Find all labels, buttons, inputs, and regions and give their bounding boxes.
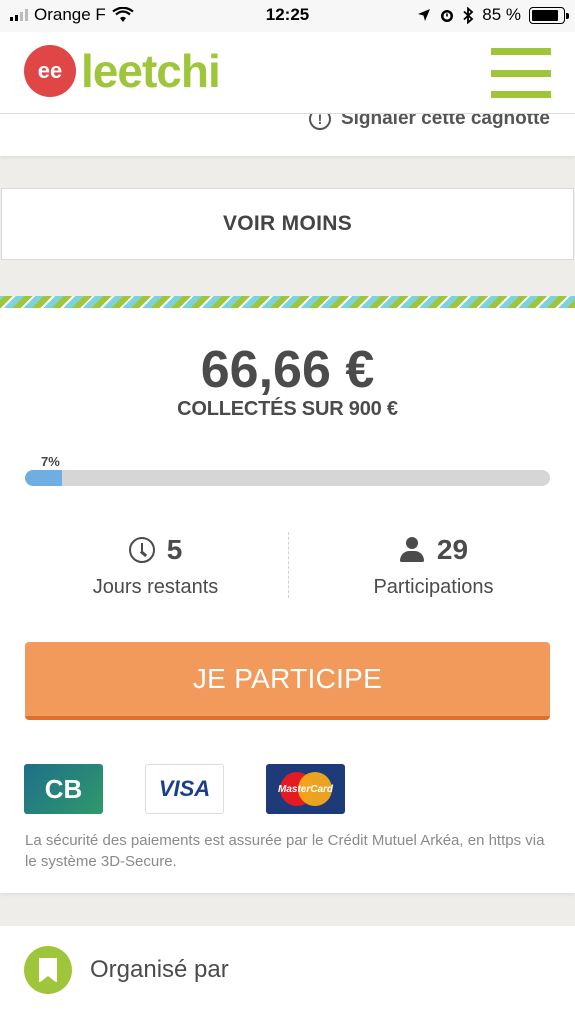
hamburger-menu-icon[interactable] <box>491 48 551 98</box>
location-arrow-icon <box>418 9 431 21</box>
battery-percent: 85 % <box>482 5 521 24</box>
organizer-section[interactable]: Organisé par <box>0 926 575 1024</box>
battery-icon <box>529 6 569 24</box>
person-icon <box>399 537 425 563</box>
carrier-info: Orange F <box>10 5 134 25</box>
alarm-icon <box>441 10 454 22</box>
info-icon: ! <box>308 114 331 130</box>
security-notice: La sécurité des paiements est assurée pa… <box>25 832 545 870</box>
carrier-name: Orange F <box>34 5 106 24</box>
fundraiser-card: 66,66 € COLLECTÉS SUR 900 € 7% 5 Jours r… <box>0 308 575 893</box>
report-label: Signaler cette cagnotte <box>340 114 550 129</box>
site-header: ee leetchi <box>0 32 575 114</box>
days-label: Jours restants <box>92 576 219 598</box>
stats-row: 5 Jours restants 29 Participations <box>0 530 575 600</box>
mastercard-logo: MasterCard <box>266 764 345 814</box>
visa-card-logo: VISA <box>145 764 224 814</box>
clock-icon <box>128 537 155 563</box>
voir-moins-button[interactable]: VOIR MOINS <box>1 188 574 260</box>
participants-label: Participations <box>373 576 494 598</box>
bookmark-star-icon <box>24 946 72 994</box>
goal-label: COLLECTÉS SUR 900 € <box>177 398 398 420</box>
organizer-label: Organisé par <box>90 956 229 983</box>
leetchi-logo[interactable]: ee leetchi <box>24 45 221 97</box>
cb-card-logo: CB <box>24 764 103 814</box>
collected-amount: 66,66 € <box>200 341 375 399</box>
participants-stat: 29 Participations <box>290 530 575 599</box>
days-value: 5 <box>166 534 183 565</box>
wifi-icon <box>112 7 134 22</box>
bluetooth-icon <box>463 6 474 24</box>
mastercard-text: MasterCard <box>277 783 334 795</box>
logo-text: leetchi <box>81 45 221 97</box>
days-remaining-stat: 5 Jours restants <box>12 530 299 599</box>
status-bar: Orange F 12:25 85 % <box>0 0 575 32</box>
progress-bar <box>25 470 550 486</box>
decorative-stripe <box>0 296 575 308</box>
description-card: ! Signaler cette cagnotte <box>0 114 575 156</box>
participants-value: 29 <box>436 534 469 565</box>
progress-fill <box>25 470 62 486</box>
participate-button[interactable]: JE PARTICIPE <box>25 642 550 720</box>
stats-divider <box>288 532 289 598</box>
report-link[interactable]: ! Signaler cette cagnotte <box>308 114 550 130</box>
progress-percent: 7% <box>41 454 60 469</box>
signal-icon <box>10 9 28 21</box>
status-indicators: 85 % <box>417 5 569 25</box>
logo-badge: ee <box>24 45 76 97</box>
payment-cards: CB VISA MasterCard <box>24 764 345 814</box>
